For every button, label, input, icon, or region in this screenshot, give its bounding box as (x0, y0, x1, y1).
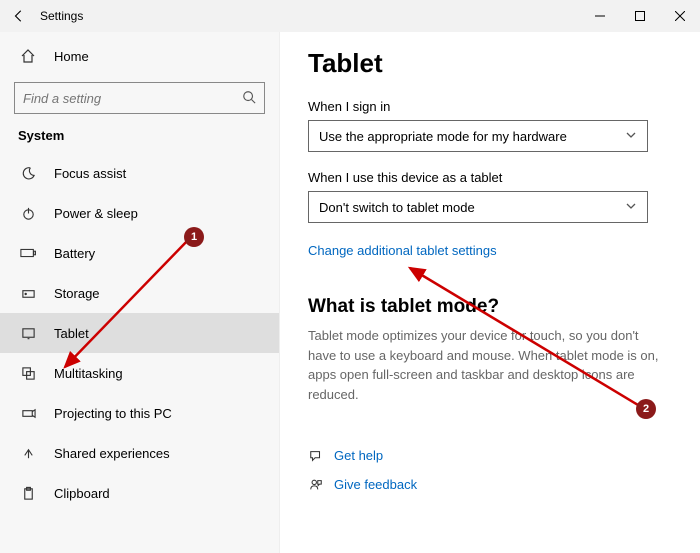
sidebar-item-label: Focus assist (54, 166, 126, 181)
battery-icon (18, 248, 38, 258)
signin-label: When I sign in (308, 99, 676, 114)
projector-icon (18, 406, 38, 421)
sidebar-item-projecting[interactable]: Projecting to this PC (0, 393, 279, 433)
signin-value: Use the appropriate mode for my hardware (319, 129, 567, 144)
help-icon (308, 449, 324, 463)
sidebar-item-label: Projecting to this PC (54, 406, 172, 421)
share-icon (18, 446, 38, 461)
additional-tablet-settings-link[interactable]: Change additional tablet settings (308, 243, 497, 258)
close-icon (675, 11, 685, 21)
back-button[interactable] (8, 5, 30, 27)
search-input-wrap[interactable] (14, 82, 265, 114)
sidebar: Home System Focus assist Power & (0, 32, 280, 553)
signin-dropdown[interactable]: Use the appropriate mode for my hardware (308, 120, 648, 152)
home-icon (18, 48, 38, 64)
chevron-down-icon (625, 129, 637, 144)
sidebar-item-multitasking[interactable]: Multitasking (0, 353, 279, 393)
sidebar-item-storage[interactable]: Storage (0, 273, 279, 313)
sidebar-item-label: Multitasking (54, 366, 123, 381)
get-help-link[interactable]: Get help (334, 448, 383, 463)
sidebar-nav-list: Focus assist Power & sleep Battery Stora… (0, 153, 279, 553)
sidebar-item-shared-experiences[interactable]: Shared experiences (0, 433, 279, 473)
content-pane: Tablet When I sign in Use the appropriat… (280, 32, 700, 553)
annotation-badge-1: 1 (184, 227, 204, 247)
search-icon (242, 90, 256, 107)
home-nav[interactable]: Home (0, 36, 279, 76)
search-input[interactable] (23, 91, 242, 106)
clipboard-icon (18, 486, 38, 501)
sidebar-item-clipboard[interactable]: Clipboard (0, 473, 279, 513)
tabletuse-label: When I use this device as a tablet (308, 170, 676, 185)
close-button[interactable] (660, 0, 700, 32)
what-is-tablet-header: What is tablet mode? (308, 296, 676, 318)
arrow-left-icon (12, 9, 26, 23)
tabletuse-dropdown[interactable]: Don't switch to tablet mode (308, 191, 648, 223)
titlebar: Settings (0, 0, 700, 32)
sidebar-item-label: Battery (54, 246, 95, 261)
give-feedback-link[interactable]: Give feedback (334, 477, 417, 492)
moon-icon (18, 166, 38, 181)
power-icon (18, 206, 38, 221)
sidebar-item-label: Power & sleep (54, 206, 138, 221)
annotation-badge-2: 2 (636, 399, 656, 419)
sidebar-item-label: Tablet (54, 326, 89, 341)
home-label: Home (54, 49, 89, 64)
sidebar-item-label: Shared experiences (54, 446, 170, 461)
sidebar-item-focus-assist[interactable]: Focus assist (0, 153, 279, 193)
sidebar-item-label: Storage (54, 286, 100, 301)
sidebar-item-tablet[interactable]: Tablet (0, 313, 279, 353)
sidebar-item-label: Clipboard (54, 486, 110, 501)
storage-icon (18, 286, 38, 301)
sidebar-item-battery[interactable]: Battery (0, 233, 279, 273)
minimize-button[interactable] (580, 0, 620, 32)
what-is-tablet-body: Tablet mode optimizes your device for to… (308, 326, 668, 404)
tabletuse-value: Don't switch to tablet mode (319, 200, 475, 215)
maximize-button[interactable] (620, 0, 660, 32)
window-controls (580, 0, 700, 32)
maximize-icon (635, 11, 645, 21)
sidebar-section-header: System (0, 124, 279, 153)
page-title: Tablet (308, 48, 676, 79)
minimize-icon (595, 11, 605, 21)
window-title: Settings (40, 9, 83, 23)
feedback-icon (308, 478, 324, 492)
sidebar-item-power-sleep[interactable]: Power & sleep (0, 193, 279, 233)
chevron-down-icon (625, 200, 637, 215)
multitasking-icon (18, 366, 38, 381)
tablet-icon (18, 326, 38, 341)
